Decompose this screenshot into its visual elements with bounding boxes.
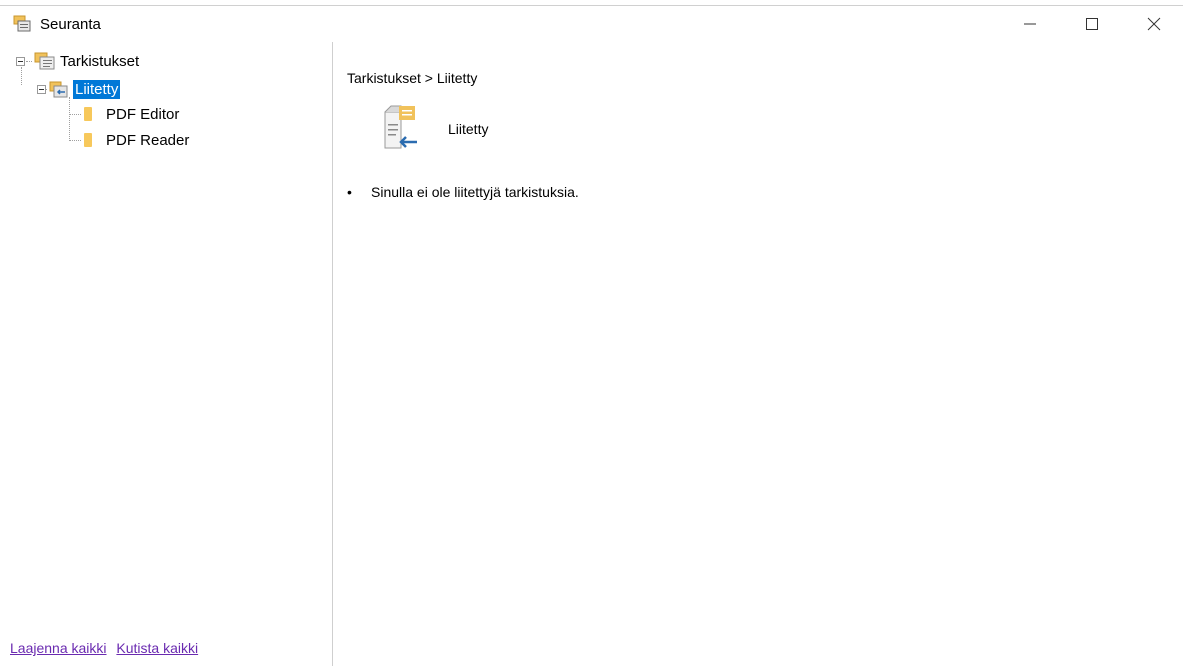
minimize-icon [1024,23,1036,25]
empty-message: • Sinulla ei ole liitettyjä tarkistuksia. [347,184,579,200]
navigation-pane: Tarkistukset Liitetty PDF Editor PDF Rea… [0,42,333,666]
collapse-all-link[interactable]: Kutista kaikki [116,640,198,656]
collapse-toggle-tarkistukset[interactable] [16,57,25,66]
tree-label: Tarkistukset [60,52,140,70]
attached-document-icon [49,81,68,98]
tree-line [69,140,81,142]
tree-label: PDF Editor [106,105,180,123]
folder-icon [84,133,92,147]
breadcrumb: Tarkistukset > Liitetty [347,70,478,86]
tree-label: Liitetty [73,79,121,99]
footer-links: Laajenna kaikki Kutista kaikki [10,640,204,656]
section-title: Liitetty [448,121,489,137]
maximize-button[interactable] [1069,6,1115,42]
tree-line [69,97,71,141]
review-list-icon [34,52,55,70]
tree-node-pdf-reader[interactable]: PDF Reader [84,129,189,151]
folder-icon [84,107,92,121]
app-icon [13,15,31,32]
minimize-button[interactable] [1007,6,1053,42]
tree-line [26,61,32,63]
close-icon [1147,17,1161,31]
close-button[interactable] [1131,6,1177,42]
title-bar: Seuranta [0,6,1183,42]
tree-node-liitetty[interactable]: Liitetty [48,78,121,100]
attached-document-icon [384,105,417,149]
bullet-marker: • [347,184,352,200]
collapse-toggle-liitetty[interactable] [37,85,46,94]
tree-node-pdf-editor[interactable]: PDF Editor [84,103,179,125]
empty-message-text: Sinulla ei ole liitettyjä tarkistuksia. [371,184,579,200]
tree-line [21,67,23,85]
content-pane: Tarkistukset > Liitetty Liitetty • Sinull… [333,42,1183,666]
expand-all-link[interactable]: Laajenna kaikki [10,640,107,656]
tree-node-tarkistukset[interactable]: Tarkistukset [34,50,139,72]
tree-line [69,114,81,116]
maximize-icon [1086,18,1098,30]
tree-label: PDF Reader [106,131,190,149]
window-title: Seuranta [40,16,101,33]
